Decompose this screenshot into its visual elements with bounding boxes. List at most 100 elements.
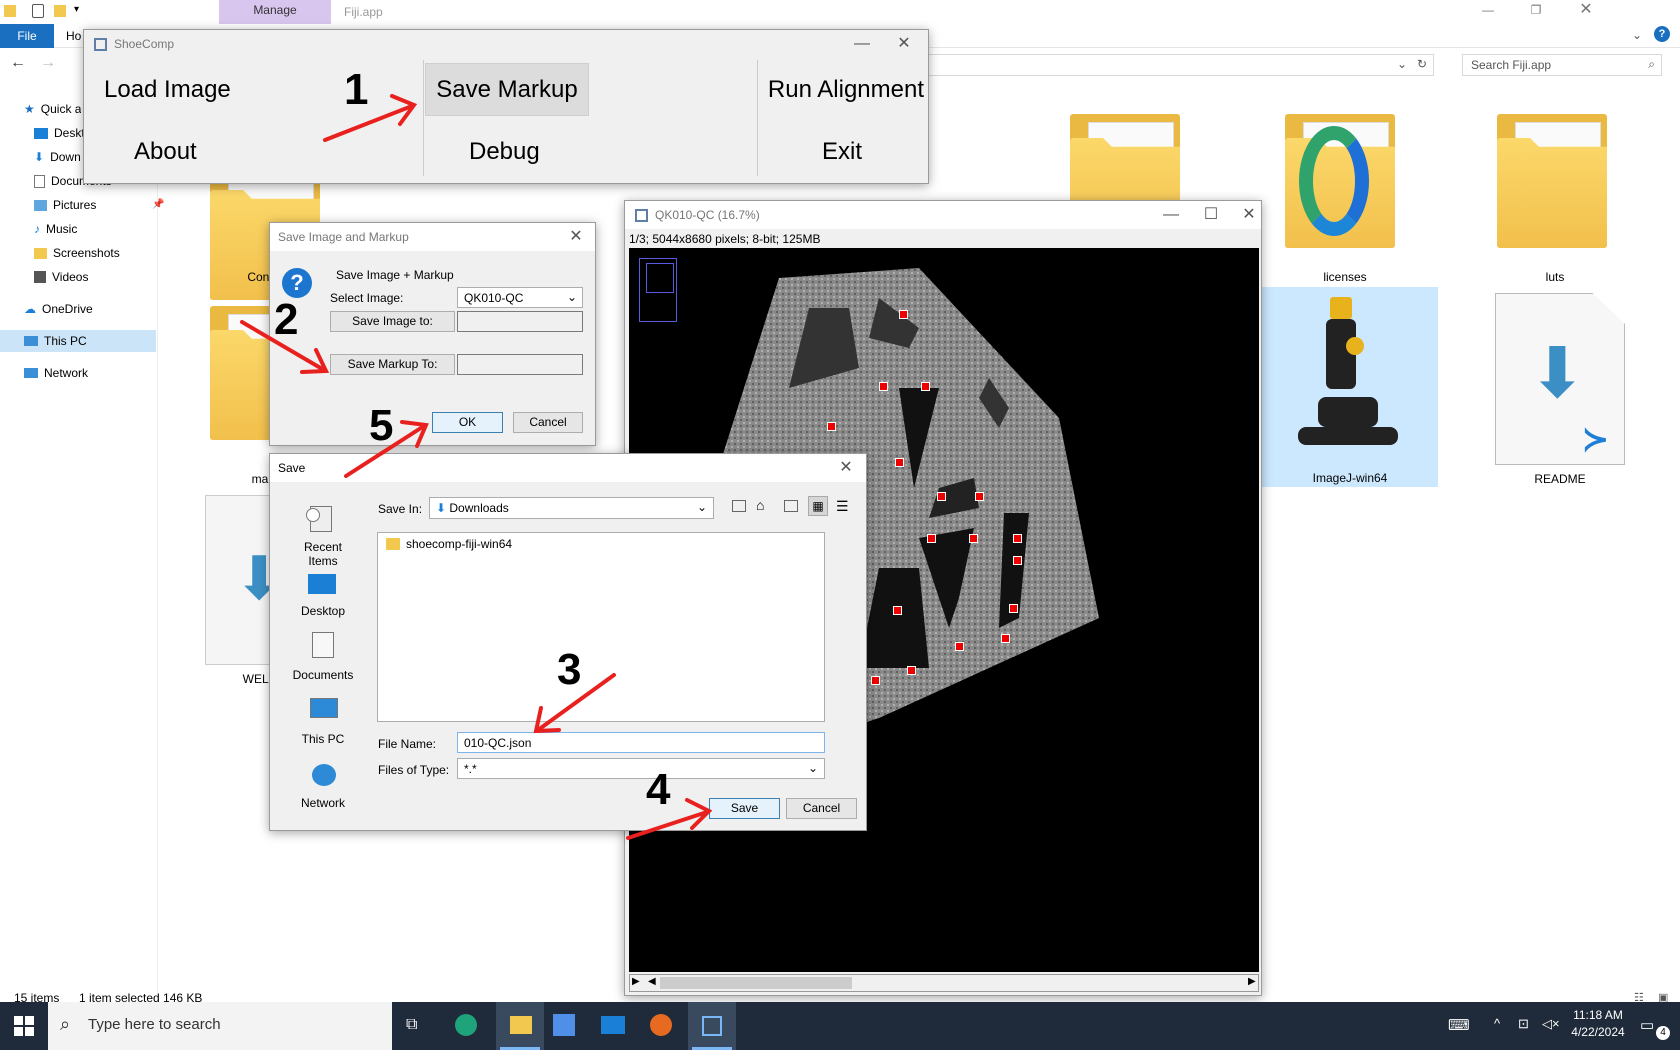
nav-onedrive[interactable]: ☁ OneDrive	[24, 298, 93, 320]
folder-licenses-icon[interactable]	[1285, 108, 1395, 248]
taskbar-search-input[interactable]: ⌕ Type here to search	[48, 1002, 392, 1050]
up-folder-icon[interactable]	[732, 500, 746, 512]
step-number-5: 5	[369, 401, 394, 450]
notifications-icon[interactable]: ▭	[1640, 1016, 1654, 1034]
markup-point[interactable]	[927, 534, 936, 543]
nav-network[interactable]: Network	[24, 362, 88, 384]
markup-point[interactable]	[1013, 556, 1022, 565]
minimize-button[interactable]: —	[1151, 201, 1191, 229]
exit-button[interactable]: Exit	[822, 138, 862, 166]
load-image-button[interactable]: Load Image	[104, 76, 231, 104]
home-icon[interactable]: ⌂	[756, 497, 764, 513]
markup-point[interactable]	[907, 666, 916, 675]
ribbon-tab-manage[interactable]: Manage	[219, 0, 331, 24]
save-image-path-field[interactable]	[457, 311, 583, 332]
file-name-input[interactable]: 010-QC.json	[457, 732, 825, 753]
folder-luts-icon[interactable]	[1497, 108, 1607, 248]
restore-button[interactable]: ❐	[1516, 0, 1556, 24]
save-image-to-button[interactable]: Save Image to:	[330, 311, 455, 332]
place-network[interactable]: Network	[290, 796, 356, 810]
address-field[interactable]: ⌄ ↻	[924, 54, 1434, 76]
close-button[interactable]: ✕	[556, 223, 596, 251]
mail-icon[interactable]	[601, 1016, 625, 1034]
markup-point[interactable]	[879, 382, 888, 391]
store-icon[interactable]	[553, 1014, 575, 1036]
readme-file-icon[interactable]: ⬇ ≻	[1495, 293, 1625, 465]
windows-start-icon[interactable]	[14, 1016, 34, 1036]
run-alignment-button[interactable]: Run Alignment	[762, 76, 924, 104]
maximize-button[interactable]: ☐	[1191, 201, 1231, 229]
select-image-dropdown[interactable]: QK010-QC ⌄	[457, 287, 583, 308]
network-icon[interactable]: ⊡	[1518, 1016, 1529, 1032]
minimize-button[interactable]: —	[842, 30, 882, 58]
files-of-type-dropdown[interactable]: *.* ⌄	[457, 758, 825, 779]
place-desktop[interactable]: Desktop	[290, 604, 356, 618]
ok-button[interactable]: OK	[432, 412, 503, 433]
nav-screenshots[interactable]: Screenshots	[34, 242, 120, 264]
task-view-icon[interactable]: ⧉	[406, 1016, 417, 1034]
new-folder-icon[interactable]	[54, 5, 66, 17]
edge-icon[interactable]	[455, 1014, 477, 1036]
imagej-item-selected[interactable]: ImageJ-win64	[1262, 287, 1438, 487]
markup-point[interactable]	[975, 492, 984, 501]
nav-music[interactable]: ♪ Music	[34, 218, 77, 240]
save-button[interactable]: Save	[709, 798, 780, 819]
back-icon[interactable]: ←	[10, 54, 26, 72]
nav-pictures[interactable]: Pictures 📌	[34, 194, 165, 216]
place-recent-items[interactable]: Recent Items	[290, 540, 356, 568]
save-markup-to-button[interactable]: Save Markup To:	[330, 354, 455, 375]
customize-toolbar-icon[interactable]: ▾	[74, 4, 79, 15]
save-markup-path-field[interactable]	[457, 354, 583, 375]
markup-point[interactable]	[969, 534, 978, 543]
list-item[interactable]: shoecomp-fiji-win64	[386, 537, 512, 551]
close-button[interactable]: ✕	[1566, 0, 1606, 24]
place-this-pc[interactable]: This PC	[290, 732, 356, 746]
minimize-button[interactable]: —	[1468, 0, 1508, 24]
markup-point[interactable]	[827, 422, 836, 431]
search-input[interactable]: Search Fiji.app ⌕	[1462, 54, 1662, 76]
refresh-icon[interactable]: ↻	[1417, 57, 1427, 71]
cancel-button[interactable]: Cancel	[513, 412, 583, 433]
markup-point[interactable]	[1009, 604, 1018, 613]
properties-icon[interactable]	[32, 4, 44, 18]
chevron-up-icon[interactable]: ^	[1494, 1016, 1500, 1031]
nav-this-pc[interactable]: This PC	[0, 330, 156, 352]
help-icon[interactable]: ?	[1654, 26, 1670, 42]
chevron-down-icon[interactable]: ⌄	[1397, 57, 1407, 71]
clock[interactable]: 11:18 AM 4/22/2024	[1570, 1008, 1626, 1039]
debug-button[interactable]: Debug	[469, 138, 540, 166]
new-folder-icon[interactable]	[784, 500, 798, 512]
about-button[interactable]: About	[134, 138, 197, 166]
place-documents[interactable]: Documents	[290, 668, 356, 682]
forward-icon[interactable]: →	[40, 54, 56, 72]
keyboard-icon[interactable]: ⌨	[1448, 1016, 1470, 1034]
save-markup-button[interactable]: Save Markup	[425, 63, 589, 116]
volume-muted-icon[interactable]: ◁×	[1542, 1016, 1560, 1032]
home-tab[interactable]: Ho	[66, 29, 81, 43]
markup-point[interactable]	[955, 642, 964, 651]
markup-point[interactable]	[899, 310, 908, 319]
close-button[interactable]: ✕	[826, 454, 866, 482]
markup-point[interactable]	[895, 458, 904, 467]
close-button[interactable]: ✕	[1229, 201, 1269, 229]
markup-point[interactable]	[1001, 634, 1010, 643]
markup-point[interactable]	[893, 606, 902, 615]
nav-quick-access[interactable]: ★ Quick a	[24, 98, 81, 120]
firefox-icon[interactable]	[650, 1014, 672, 1036]
file-explorer-taskbar-icon[interactable]	[496, 1002, 544, 1050]
markup-point[interactable]	[1013, 534, 1022, 543]
markup-point[interactable]	[921, 382, 930, 391]
list-view-icon[interactable]: ▦	[808, 496, 828, 516]
file-list[interactable]: shoecomp-fiji-win64	[377, 532, 825, 722]
file-tab[interactable]: File	[0, 24, 54, 48]
nav-downloads[interactable]: ⬇ Down	[34, 146, 81, 168]
nav-videos[interactable]: Videos	[34, 266, 88, 288]
markup-point[interactable]	[871, 676, 880, 685]
fiji-taskbar-icon[interactable]	[688, 1002, 736, 1050]
close-button[interactable]: ✕	[884, 30, 924, 58]
expand-ribbon-icon[interactable]: ⌄	[1632, 28, 1642, 42]
save-in-dropdown[interactable]: ⬇ Downloads ⌄	[429, 497, 714, 519]
markup-point[interactable]	[937, 492, 946, 501]
cancel-button[interactable]: Cancel	[786, 798, 857, 819]
details-view-icon[interactable]: ☰	[836, 498, 849, 515]
